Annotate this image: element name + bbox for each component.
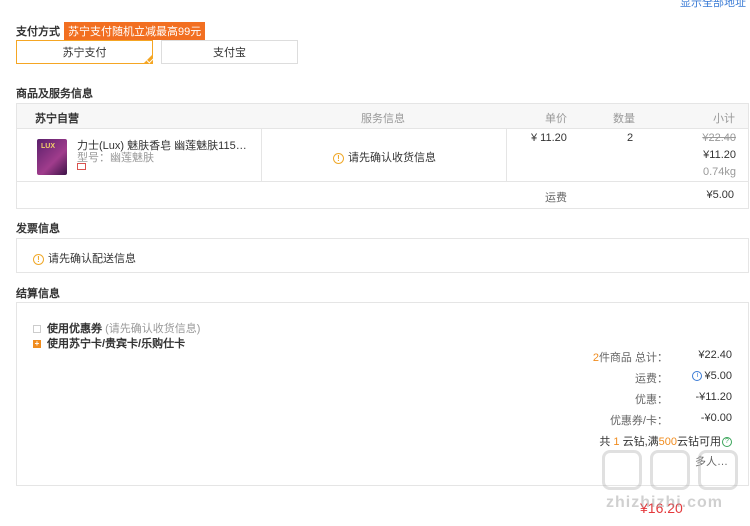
- summary-total-value: ¥22.40: [698, 349, 732, 361]
- yunzuan-info: 共 1 云钻,满500云钻可用?: [599, 433, 732, 449]
- total-label: 件商品 总计：: [598, 352, 668, 364]
- table-row: 力士(Lux) 魅肤香皂 幽莲魅肤115… 型号：幽莲魅肤 !请先确认收货信息 …: [16, 128, 749, 182]
- product-image[interactable]: [37, 139, 67, 175]
- invoice-hint: ! 请先确认配送信息: [33, 250, 136, 266]
- product-weight: 0.74kg: [702, 166, 736, 178]
- col-price: 单价: [545, 113, 567, 125]
- goods-section-title: 商品及服务信息: [16, 88, 93, 100]
- freight-row: 运费 ¥5.00: [16, 181, 749, 209]
- yunzuan-text: 共: [599, 436, 611, 448]
- yunzuan-threshold: 500: [658, 436, 677, 448]
- settlement-section-title: 结算信息: [16, 288, 60, 300]
- pay-option-alipay[interactable]: 支付宝: [161, 40, 298, 64]
- freight-label: 运费: [545, 192, 567, 204]
- summary-coupon-card-value: -¥0.00: [700, 412, 732, 424]
- divider: [261, 129, 262, 181]
- subtotal-current: ¥11.20: [703, 149, 736, 161]
- question-icon[interactable]: ?: [722, 437, 732, 448]
- summary-discount-value: -¥11.20: [695, 391, 733, 403]
- summary-count-label: 2件商品 总计：: [593, 349, 668, 365]
- summary-freight-label: 运费：: [635, 373, 668, 385]
- service-hint: 请先确认收货信息: [348, 152, 436, 164]
- col-subtotal: 小计: [713, 113, 735, 125]
- invoice-section-title: 发票信息: [16, 223, 60, 235]
- payment-method-row: 支付方式 苏宁支付随机立减最高99元: [16, 22, 206, 40]
- quantity: 2: [627, 132, 634, 144]
- payment-promo-badge: 苏宁支付随机立减最高99元: [64, 22, 206, 40]
- invoice-hint-text: 请先确认配送信息: [48, 253, 136, 265]
- info-icon[interactable]: i: [692, 371, 703, 382]
- warning-icon: !: [33, 253, 44, 265]
- more-people-text: 多人…: [695, 456, 728, 468]
- yunzuan-count: 1: [613, 436, 620, 448]
- yunzuan-text: 云钻可用: [677, 436, 721, 448]
- freight-value: ¥5.00: [706, 189, 734, 201]
- settlement-box: 使用优惠券 (请先确认收货信息) + 使用苏宁卡/贵宾卡/乐购仕卡 2件商品 总计…: [16, 302, 749, 486]
- use-coupon-option[interactable]: 使用优惠券 (请先确认收货信息): [33, 320, 200, 336]
- product-flag-icon: [77, 163, 86, 170]
- col-service: 服务信息: [361, 113, 405, 125]
- expand-plus-icon[interactable]: +: [33, 340, 41, 349]
- unit-price: ¥ 11.20: [531, 132, 567, 144]
- store-name: 苏宁自营: [35, 113, 79, 125]
- product-model: 型号：幽莲魅肤: [77, 152, 154, 164]
- pay-option-label: 支付宝: [213, 47, 246, 59]
- coupon-checkbox[interactable]: [33, 325, 41, 334]
- final-total: ¥16.20: [640, 500, 683, 516]
- invoice-box: ! 请先确认配送信息: [16, 238, 749, 273]
- payment-section-title: 支付方式: [16, 26, 60, 38]
- summary-freight-value: i ¥5.00: [692, 370, 732, 382]
- show-all-address-link[interactable]: 显示全部地址: [680, 0, 746, 10]
- summary-discount-label: 优惠：: [635, 394, 668, 406]
- service-info: ! 请先确认收货信息: [333, 149, 436, 165]
- col-qty: 数量: [613, 113, 635, 125]
- selected-check-icon: [143, 54, 153, 64]
- coupon-hint: (请先确认收货信息): [105, 323, 201, 335]
- yunzuan-text: 云钻,满: [622, 436, 659, 448]
- freight-amount: ¥5.00: [704, 370, 732, 382]
- coupon-label: 使用优惠券: [47, 323, 102, 335]
- pay-option-suning[interactable]: 苏宁支付: [16, 40, 153, 64]
- card-label: 使用苏宁卡/贵宾卡/乐购仕卡: [47, 338, 186, 350]
- divider: [506, 129, 507, 181]
- subtotal-original: ¥22.40: [702, 132, 736, 144]
- goods-table-header: 苏宁自营 服务信息 单价 数量 小计: [16, 103, 749, 129]
- summary-coupon-card-label: 优惠券/卡：: [609, 415, 668, 427]
- warning-icon: !: [333, 152, 344, 164]
- use-card-option[interactable]: + 使用苏宁卡/贵宾卡/乐购仕卡: [33, 335, 185, 351]
- pay-option-label: 苏宁支付: [62, 47, 107, 59]
